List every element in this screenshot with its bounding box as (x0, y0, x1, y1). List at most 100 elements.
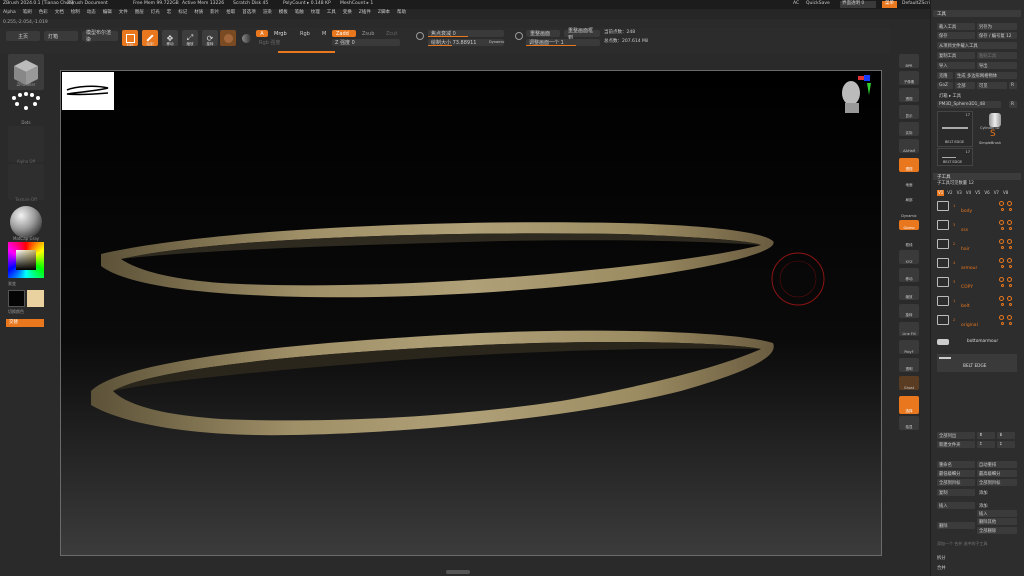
line-fill-button[interactable]: Line Fill (899, 322, 919, 336)
draw-button[interactable]: 绘制 (142, 30, 158, 46)
version-tab[interactable]: V1 (937, 190, 945, 196)
menu-item[interactable]: 帮助 (397, 10, 406, 16)
a-button[interactable]: A (256, 30, 268, 37)
material-swatch-button[interactable] (220, 30, 236, 46)
move-down-button[interactable]: ↧ (997, 441, 1015, 448)
visibility-icon[interactable] (999, 258, 1004, 263)
current-tool-r-button[interactable]: R (1009, 101, 1017, 108)
menu-item[interactable]: 文件 (119, 10, 128, 16)
folder-visibility-icon[interactable] (1001, 246, 1004, 249)
menu-item[interactable]: 笔刷 (23, 10, 32, 16)
bpr-button[interactable]: BPR (899, 54, 919, 68)
dynamic-button[interactable]: Dynamic (899, 204, 919, 218)
subpixel-button[interactable]: 子像素 (899, 71, 919, 85)
local-button[interactable]: 局部 (899, 189, 919, 203)
zcut-button[interactable]: Zcut (382, 30, 400, 37)
arrow-up-button[interactable]: ⬆ (977, 432, 995, 439)
folder-options-icon[interactable] (1009, 284, 1012, 287)
quicksave-button[interactable]: QuickSave (806, 1, 830, 7)
menu-item[interactable]: Alpha (3, 10, 16, 16)
lightbox-button[interactable]: 灯箱 (44, 31, 78, 41)
tool-panel-title[interactable]: 工具 (933, 10, 1021, 17)
dynamic-toggle[interactable]: Dynamic (489, 40, 504, 45)
folder-visibility-icon[interactable] (1001, 303, 1004, 306)
all-to-target-button[interactable]: 全部到目标 (977, 479, 1017, 486)
live-boolean-button[interactable]: 模型布尔渲染 (82, 30, 118, 43)
all-high-button[interactable]: 最高级细分 (977, 470, 1017, 477)
clone-button[interactable]: 克隆 (937, 72, 953, 79)
move-up-button[interactable]: ↥ (977, 441, 995, 448)
solo-button[interactable]: 独显 (899, 416, 919, 430)
rename-button[interactable]: 重命名 (937, 461, 975, 468)
menu-item[interactable]: 宏 (167, 10, 172, 16)
version-tab[interactable]: V4 (965, 190, 972, 196)
menu-item[interactable]: 色彩 (39, 10, 48, 16)
z-intensity-slider[interactable]: Z 强度 0 (332, 39, 400, 46)
folder-options-icon[interactable] (1009, 322, 1012, 325)
texture-selector[interactable] (8, 164, 44, 200)
scale-button[interactable]: ⤢ 缩放 (182, 30, 198, 46)
subtool-folder-row[interactable]: 4 armour (937, 256, 1017, 275)
append-2-button[interactable]: 添加 (977, 502, 1017, 509)
polypaint-icon[interactable] (1007, 258, 1012, 263)
frame-button[interactable]: 框线 (899, 234, 919, 248)
transp-button[interactable]: 透明 (899, 358, 919, 372)
list-all-button[interactable]: 全部列出 (937, 432, 975, 439)
arrow-down-button[interactable]: ⬇ (997, 432, 1015, 439)
alpha-selector[interactable] (8, 126, 44, 162)
focal-shift-slider[interactable]: 焦点衰减 0 (428, 30, 504, 37)
delete-all-button[interactable]: 全部删除 (977, 527, 1017, 534)
version-tab[interactable]: V3 (956, 190, 963, 196)
menu-item[interactable]: 文档 (55, 10, 64, 16)
navigation-gizmo[interactable] (837, 75, 873, 119)
persp-button[interactable]: 透视 (899, 88, 919, 102)
display-button[interactable]: 显示 (899, 105, 919, 119)
alternate-button[interactable]: 交替 (6, 319, 44, 327)
ac-button[interactable]: AC (793, 1, 799, 7)
document-canvas[interactable] (60, 70, 882, 556)
menu-item[interactable]: 动态 (87, 10, 96, 16)
menu-item[interactable]: 绘制 (71, 10, 80, 16)
delete-other-button[interactable]: 删除其他 (977, 518, 1017, 525)
copy-to-target-button[interactable]: 全部到目标 (937, 479, 975, 486)
version-tab[interactable]: V6 (983, 190, 990, 196)
actual-button[interactable]: 实际 (899, 122, 919, 136)
redraw-button[interactable]: 重整画面 (526, 30, 560, 37)
floor-button[interactable]: 地面 (899, 174, 919, 188)
merge-section[interactable]: 合并 (937, 566, 946, 571)
main-color-swatch[interactable] (8, 290, 25, 307)
menu-item[interactable]: 标记 (178, 10, 187, 16)
subtool-row-belt-edge[interactable]: BELT EDGE (937, 354, 1017, 372)
move-button[interactable]: ✥ 移动 (162, 30, 178, 46)
ghost-button[interactable]: Ghost (899, 376, 919, 390)
load-tool-button[interactable]: 载入工具 (937, 23, 975, 30)
folder-options-icon[interactable] (1009, 265, 1012, 268)
version-tab[interactable]: V2 (946, 190, 953, 196)
menu-item[interactable]: 纹理 (311, 10, 320, 16)
gradient-sphere-button[interactable] (238, 30, 254, 46)
all-low-button[interactable]: 最低级细分 (937, 470, 975, 477)
duplicate-button[interactable]: 复制 (937, 489, 975, 496)
polyf-button[interactable]: PolyF (899, 340, 919, 354)
folder-visibility-icon[interactable] (1001, 322, 1004, 325)
home-tab[interactable]: 主页 (6, 31, 40, 41)
goz-all-button[interactable]: 全部 (955, 82, 975, 89)
visibility-icon[interactable] (999, 296, 1004, 301)
lightbox-tools-button[interactable]: 灯箱 ▸ 工具 (937, 92, 1017, 99)
menu-item[interactable]: 变换 (343, 10, 352, 16)
menu-item[interactable]: 编辑 (103, 10, 112, 16)
folder-options-icon[interactable] (1009, 227, 1012, 230)
view-move-button[interactable]: 移动 (899, 268, 919, 282)
insert-2-button[interactable]: 插入 (977, 510, 1017, 517)
version-tab[interactable]: V7 (993, 190, 1000, 196)
make-polymesh-button[interactable]: 生成 多边形网格物体 (955, 72, 1017, 79)
folder-options-icon[interactable] (1009, 246, 1012, 249)
visibility-icon[interactable] (999, 239, 1004, 244)
subtool-folder-row[interactable]: 3 COPY (937, 275, 1017, 294)
visibility-icon[interactable] (999, 315, 1004, 320)
edit-button[interactable]: Edit (122, 30, 138, 47)
visibility-icon[interactable] (999, 201, 1004, 206)
export-button[interactable]: 导出 (977, 62, 1017, 69)
zadd-button[interactable]: Zadd (332, 30, 356, 37)
menu-item[interactable]: 渲染 (263, 10, 272, 16)
